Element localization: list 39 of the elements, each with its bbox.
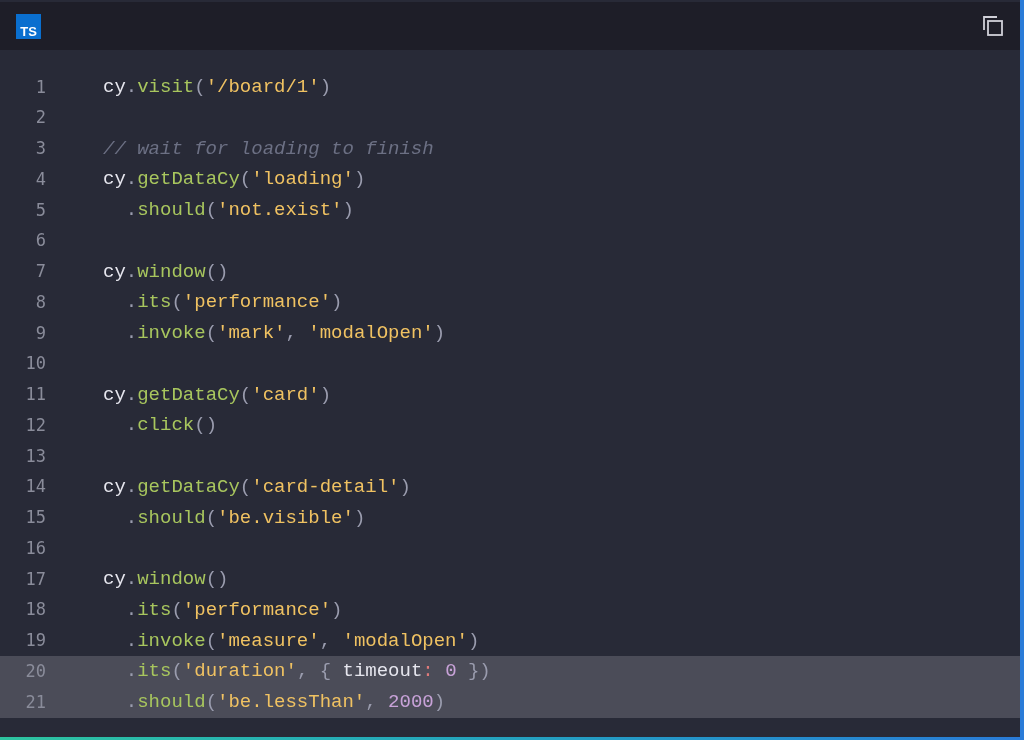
code-line: cy.window() [103, 567, 229, 593]
code-line: .its('performance') [124, 290, 343, 316]
code-line: .click() [124, 413, 218, 439]
line-number: 11 [24, 383, 46, 407]
code-line: cy.getDataCy('loading') [103, 167, 366, 193]
line-number: 13 [24, 444, 46, 468]
line-number: 9 [34, 321, 46, 345]
code-line: .invoke('mark', 'modalOpen') [124, 321, 446, 347]
line-number: 3 [34, 137, 46, 161]
line-number: 7 [34, 260, 46, 284]
line-number: 15 [24, 506, 46, 530]
code-line: cy.window() [103, 259, 229, 285]
line-number: 2 [34, 106, 46, 130]
code-line: .should('not.exist') [124, 198, 354, 224]
line-number: 12 [24, 413, 46, 437]
line-number: 1 [34, 75, 46, 99]
code-line: cy.getDataCy('card') [103, 382, 332, 408]
line-number: 18 [24, 598, 46, 622]
code-line: .its('performance') [124, 597, 343, 623]
line-number: 16 [24, 536, 46, 560]
line-number: 5 [34, 198, 46, 222]
line-number: 4 [34, 167, 46, 191]
code-line: .should('be.visible') [124, 505, 366, 531]
code-line: .should('be.lessThan', 2000) [124, 690, 446, 716]
line-number: 17 [24, 567, 46, 591]
line-number: 19 [24, 629, 46, 653]
copy-icon[interactable] [982, 15, 1004, 37]
code-line: cy.getDataCy('card-detail') [103, 474, 411, 500]
code-comment: // wait for loading to finish [103, 136, 434, 162]
line-number: 8 [34, 290, 46, 314]
line-number: 10 [24, 352, 46, 376]
typescript-badge: TS [16, 13, 41, 39]
line-number: 21 [24, 690, 46, 714]
code-line: cy.visit('/board/1') [103, 75, 332, 101]
code-line: .invoke('measure', 'modalOpen') [124, 628, 480, 654]
code-line: .its('duration', { timeout: 0 }) [124, 659, 491, 685]
line-number: 6 [34, 229, 46, 253]
line-number: 14 [24, 475, 46, 499]
line-number: 20 [24, 659, 46, 683]
